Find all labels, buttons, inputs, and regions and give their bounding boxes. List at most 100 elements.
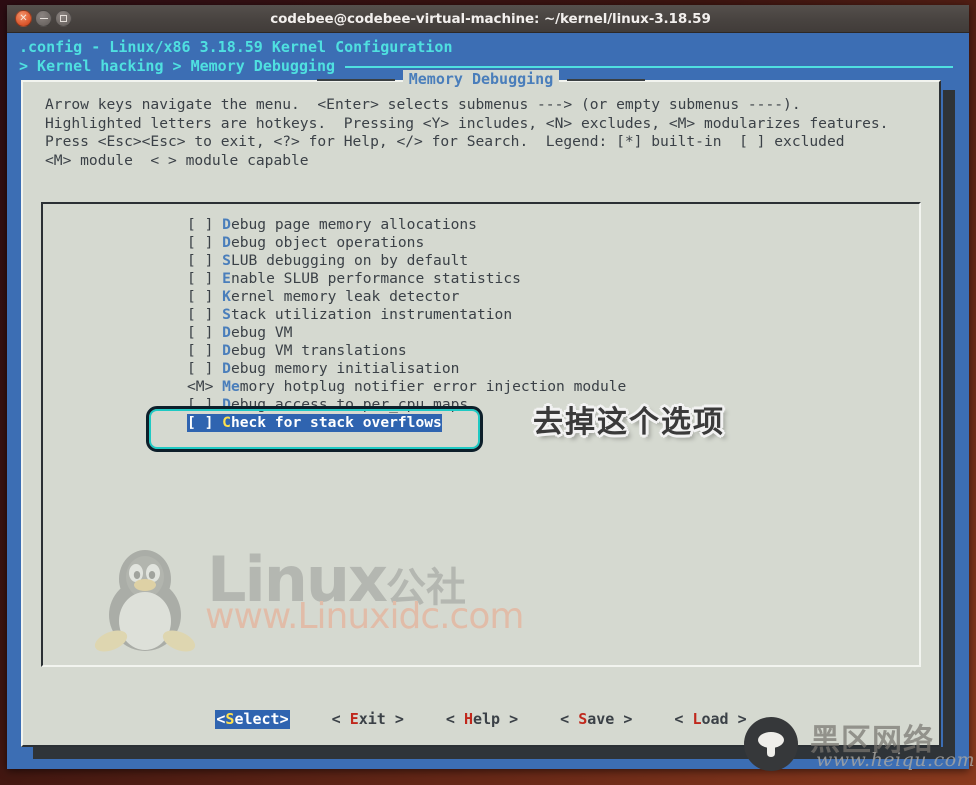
menu-item-row[interactable]: [ ] Debug memory initialisation (187, 360, 919, 378)
dialog-title-rule-left (316, 78, 395, 81)
menu-item-hotkey: K (222, 288, 231, 305)
menu-item[interactable]: [ ] Kernel memory leak detector (187, 288, 459, 305)
tux-penguin-icon (94, 550, 196, 652)
menu-item[interactable]: [ ] Debug memory initialisation (187, 360, 459, 377)
menu-item-hotkey: S (222, 306, 231, 323)
menu-item-marker: [ ] (187, 252, 223, 269)
menu-item-row[interactable]: [ ] Enable SLUB performance statistics (187, 270, 919, 288)
button-bracket-left: < (445, 710, 464, 728)
menu-item-row[interactable]: [ ] Debug object operations (187, 234, 919, 252)
menu-item-hotkey: D (222, 360, 231, 377)
menu-item-marker: <M> (187, 378, 223, 395)
dialog-title-rule-right (567, 78, 646, 81)
menu-item-label: ebug object operations (230, 234, 425, 251)
menu-item-marker: [ ] (187, 324, 223, 341)
button-label: elect> (234, 710, 289, 728)
linuxidc-watermark: Linux公社 www.Linuxidc.com (89, 545, 524, 655)
menu-item[interactable]: [ ] Enable SLUB performance statistics (187, 270, 521, 287)
menu-item-selected[interactable]: [ ] Check for stack overflows (187, 414, 442, 432)
menu-item[interactable]: [ ] Debug object operations (187, 234, 424, 251)
dialog-button-select[interactable]: <Select> (215, 710, 290, 729)
menu-item-label: mory hotplug notifier error injection mo… (239, 378, 627, 395)
menu-item-hotkey: E (222, 270, 231, 287)
menu-item[interactable]: <M> Memory hotplug notifier error inject… (187, 378, 626, 395)
maximize-icon[interactable] (55, 10, 72, 27)
menu-item-row[interactable]: <M> Memory hotplug notifier error inject… (187, 378, 919, 396)
linuxidc-brand: Linux公社 (207, 549, 466, 619)
menu-item-row[interactable]: [ ] Debug access to per_cpu maps (187, 396, 919, 414)
button-hotkey: E (349, 710, 359, 728)
dialog-button-save[interactable]: < Save > (560, 710, 632, 729)
button-label: elp > (472, 710, 519, 728)
help-text: Arrow keys navigate the menu. <Enter> se… (45, 96, 889, 169)
menu-item-hotkey: D (222, 324, 231, 341)
menu-item-hotkey: S (222, 252, 231, 269)
breadcrumb: > Kernel hacking > Memory Debugging (7, 57, 969, 76)
menu-item-marker: [ ] (187, 306, 223, 323)
dialog-shadow-right (943, 90, 955, 757)
button-hotkey: H (463, 710, 473, 728)
button-label: xit > (358, 710, 404, 728)
menu-item-row[interactable]: [ ] Stack utilization instrumentation (187, 306, 919, 324)
menu-item[interactable]: [ ] Debug access to per_cpu maps (187, 396, 468, 413)
menu-item-label: heck for stack overflows (230, 414, 442, 431)
breadcrumb-path: > Kernel hacking > Memory Debugging (19, 57, 336, 75)
linuxidc-url: www.Linuxidc.com (205, 596, 524, 637)
config-header-title: .config - Linux/x86 3.18.59 Kernel Confi… (19, 38, 453, 56)
dialog-button-help[interactable]: < Help > (446, 710, 518, 729)
menu-item[interactable]: [ ] Stack utilization instrumentation (187, 306, 512, 323)
menu-item-label: ebug access to per_cpu maps (230, 396, 469, 413)
menu-item-label: ebug VM translations (230, 342, 407, 359)
button-label: ave > (587, 710, 633, 728)
menu-item-hotkey: C (222, 414, 231, 431)
minimize-icon[interactable] (35, 10, 52, 27)
menu-item-marker: [ ] (187, 216, 223, 233)
menu-item-label: ernel memory leak detector (230, 288, 460, 305)
menu-item-hotkey: D (222, 216, 231, 233)
menu-item-row[interactable]: [ ] Check for stack overflows (187, 414, 919, 432)
button-label: oad > (701, 710, 747, 728)
menu-item-hotkey: D (222, 234, 231, 251)
menu-item[interactable]: [ ] Debug VM (187, 324, 292, 341)
breadcrumb-rule (345, 65, 953, 68)
menu-item-row[interactable]: [ ] SLUB debugging on by default (187, 252, 919, 270)
menu-list-frame: [ ] Debug page memory allocations[ ] Deb… (41, 202, 921, 667)
linuxidc-brand-text: Linux (207, 543, 388, 616)
menu-item[interactable]: [ ] Debug VM translations (187, 342, 407, 359)
menu-item-hotkey: D (222, 396, 231, 413)
terminal-screen: .config - Linux/x86 3.18.59 Kernel Confi… (7, 33, 969, 769)
button-bracket-left: < (674, 710, 693, 728)
menu-item-marker: [ ] (187, 270, 223, 287)
menu-item[interactable]: [ ] SLUB debugging on by default (187, 252, 468, 269)
menu-item-marker: [ ] (187, 360, 223, 377)
menu-item-hotkey: D (222, 342, 231, 359)
menu-list: [ ] Debug page memory allocations[ ] Deb… (43, 204, 919, 432)
menu-item-label: LUB debugging on by default (230, 252, 469, 269)
menu-item-marker: [ ] (187, 342, 223, 359)
menu-item-row[interactable]: [ ] Debug VM translations (187, 342, 919, 360)
menu-item-row[interactable]: [ ] Kernel memory leak detector (187, 288, 919, 306)
menu-item-row[interactable]: [ ] Debug VM (187, 324, 919, 342)
dialog-button-load[interactable]: < Load > (674, 710, 746, 729)
window-controls: ✕ (15, 10, 72, 27)
button-hotkey: S (578, 710, 588, 728)
menu-item-label: ebug VM (230, 324, 293, 341)
terminal-window: ✕ codebee@codebee-virtual-machine: ~/ker… (7, 5, 969, 769)
close-icon[interactable]: ✕ (15, 10, 32, 27)
dialog-shadow-bottom (33, 747, 955, 759)
dialog-button-bar: <Select> < Exit > < Help > < Save > < Load > (23, 710, 939, 729)
menu-item-marker: [ ] (187, 414, 223, 431)
menu-item[interactable]: [ ] Debug page memory allocations (187, 216, 477, 233)
menu-item-label: tack utilization instrumentation (230, 306, 513, 323)
menu-item-hotkey: Me (222, 378, 240, 395)
menu-item-marker: [ ] (187, 234, 223, 251)
window-titlebar[interactable]: ✕ codebee@codebee-virtual-machine: ~/ker… (7, 5, 969, 33)
menu-item-label: nable SLUB performance statistics (230, 270, 521, 287)
button-bracket-left: < (331, 710, 350, 728)
button-bracket-left: < (560, 710, 579, 728)
menu-item-marker: [ ] (187, 396, 223, 413)
dialog-button-exit[interactable]: < Exit > (332, 710, 404, 729)
window-title: codebee@codebee-virtual-machine: ~/kerne… (270, 10, 711, 27)
menuconfig-dialog: Memory Debugging Arrow keys navigate the… (21, 70, 941, 747)
menu-item-row[interactable]: [ ] Debug page memory allocations (187, 216, 919, 234)
